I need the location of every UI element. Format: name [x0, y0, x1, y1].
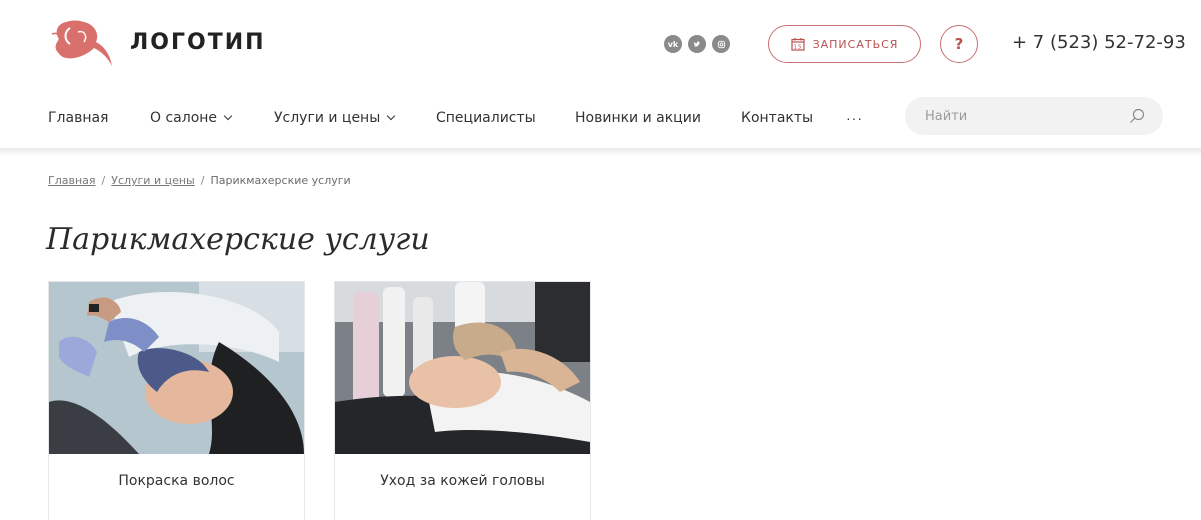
- nav-item-label: Услуги и цены: [274, 110, 381, 126]
- vk-icon[interactable]: vk: [664, 35, 682, 53]
- logo-text: ЛОГОТИП: [130, 29, 266, 55]
- nav-item-about[interactable]: О салоне: [150, 110, 233, 126]
- chevron-down-icon: [387, 111, 396, 121]
- search-icon[interactable]: [1129, 108, 1145, 124]
- service-image: [49, 282, 304, 454]
- breadcrumb-current: Парикмахерские услуги: [210, 174, 351, 187]
- logo-icon: [51, 20, 112, 66]
- chevron-down-icon: [223, 111, 233, 121]
- svg-text:15: 15: [793, 45, 802, 51]
- breadcrumb-link-services[interactable]: Услуги и цены: [111, 174, 195, 187]
- nav-item-label: Контакты: [741, 110, 814, 126]
- service-card-title: Покраска волос: [118, 473, 235, 489]
- header-divider: [0, 148, 1201, 156]
- nav-item-news[interactable]: Новинки и акции: [575, 110, 701, 126]
- nav-item-label: Новинки и акции: [575, 110, 701, 126]
- more-menu-button[interactable]: ···: [846, 110, 863, 126]
- service-image: [335, 282, 590, 454]
- nav-item-label: О салоне: [150, 110, 218, 126]
- book-button-label: ЗАПИСАТЬСЯ: [812, 37, 899, 51]
- breadcrumb-separator: /: [101, 174, 106, 187]
- search-box: [905, 97, 1163, 135]
- instagram-icon[interactable]: [712, 35, 730, 53]
- breadcrumb-separator: /: [200, 174, 205, 187]
- twitter-icon[interactable]: [688, 35, 706, 53]
- help-button[interactable]: ?: [940, 25, 978, 63]
- logo[interactable]: ЛОГОТИП: [48, 14, 266, 70]
- book-appointment-button[interactable]: 15 ЗАПИСАТЬСЯ: [768, 25, 921, 63]
- nav-item-label: Главная: [48, 110, 109, 126]
- calendar-icon: 15: [790, 38, 805, 51]
- nav-item-home[interactable]: Главная: [48, 110, 108, 126]
- service-card[interactable]: Покраска волос: [48, 281, 305, 520]
- nav-item-contacts[interactable]: Контакты: [741, 110, 813, 126]
- nav-item-services[interactable]: Услуги и цены: [274, 110, 396, 126]
- breadcrumb: Главная / Услуги и цены / Парикмахерские усл…: [48, 174, 351, 187]
- service-card[interactable]: Уход за кожей головы: [334, 281, 591, 520]
- search-input[interactable]: [925, 97, 1115, 135]
- service-card-title: Уход за кожей головы: [380, 473, 545, 489]
- social-links: vk: [664, 35, 730, 53]
- page-title: Парикмахерские услуги: [46, 222, 430, 257]
- breadcrumb-link-home[interactable]: Главная: [48, 174, 96, 187]
- phone-number[interactable]: + 7 (523) 52-72-93: [1012, 32, 1186, 53]
- header: ЛОГОТИП vk 15 ЗАПИСАТЬСЯ ? + 7 (523) 52-…: [0, 0, 1201, 90]
- nav-item-label: Специалисты: [436, 110, 536, 126]
- nav-item-specialists[interactable]: Специалисты: [436, 110, 536, 126]
